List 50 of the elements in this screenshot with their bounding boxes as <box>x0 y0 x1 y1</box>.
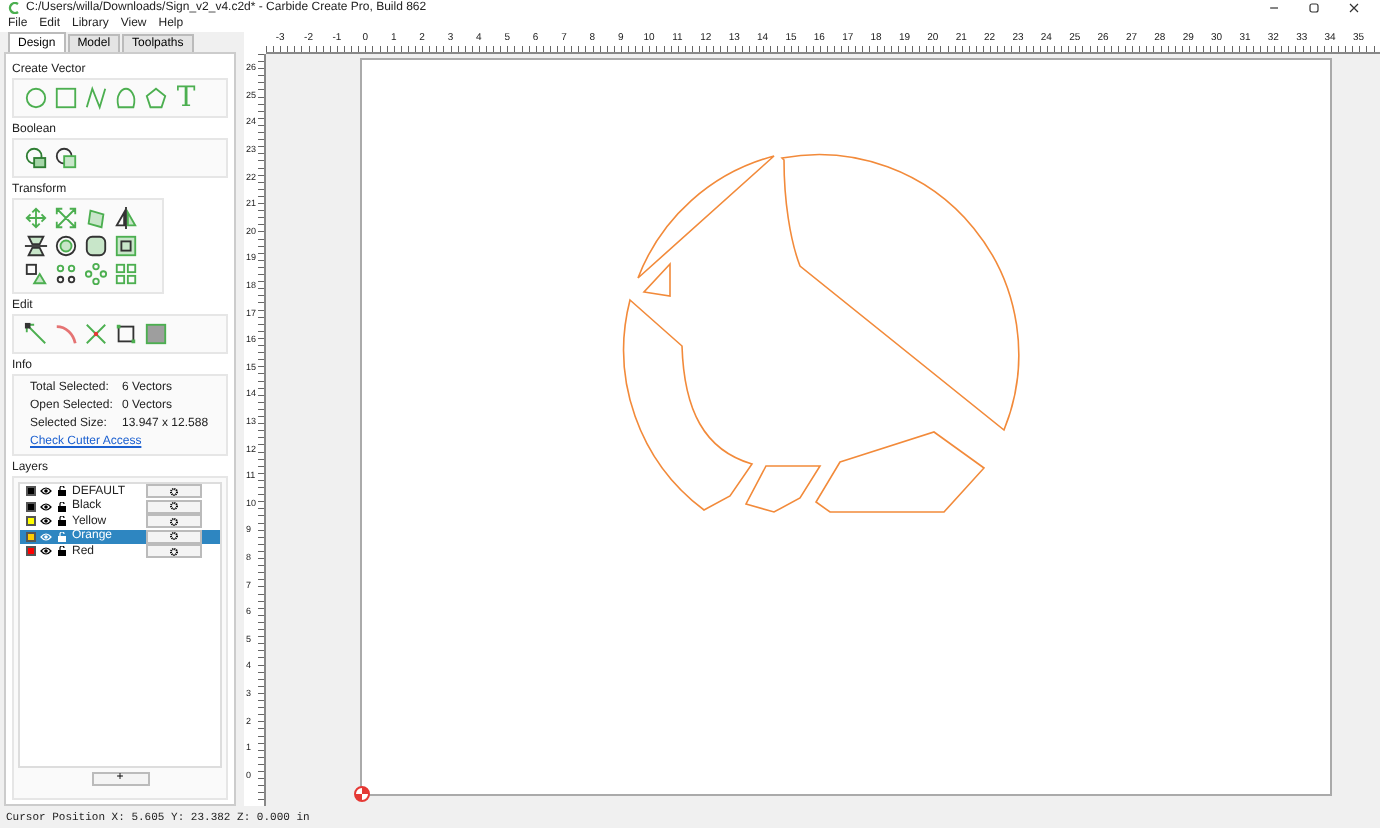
dot-grid-icon <box>54 262 78 286</box>
lock-icon[interactable] <box>56 546 68 557</box>
circle-pattern-icon <box>84 262 108 286</box>
align-shapes-icon <box>24 262 48 286</box>
eye-icon[interactable] <box>40 486 52 497</box>
node-pointer-icon <box>24 322 48 346</box>
trim-curve-icon <box>54 322 78 346</box>
layer-settings-button[interactable] <box>146 544 202 559</box>
tool-button[interactable] <box>54 262 78 286</box>
eye-icon[interactable] <box>40 501 52 512</box>
curve-icon <box>114 86 138 110</box>
tool-button[interactable] <box>24 234 48 258</box>
centered-square-icon <box>114 234 138 258</box>
layer-settings-button[interactable] <box>146 499 202 514</box>
flip-icon <box>24 234 48 258</box>
layer-settings-button[interactable] <box>146 529 202 544</box>
lock-icon[interactable] <box>56 501 68 512</box>
tool-button[interactable] <box>84 234 108 258</box>
close-icon[interactable] <box>1348 2 1360 14</box>
tool-button[interactable] <box>114 322 138 346</box>
app-logo-icon <box>8 2 20 14</box>
tool-button[interactable] <box>114 234 138 258</box>
cross-lines-icon <box>84 322 108 346</box>
pentagon-icon <box>144 86 168 110</box>
tool-button[interactable] <box>24 322 48 346</box>
union-icon <box>24 146 48 170</box>
offset-icon <box>54 234 78 258</box>
rounded-square-icon <box>84 234 108 258</box>
layer-settings-button[interactable] <box>146 484 202 499</box>
bounding-box-icon <box>114 322 138 346</box>
square-icon <box>54 86 78 110</box>
filled-square-icon <box>144 322 168 346</box>
subtract-icon <box>54 146 78 170</box>
eye-icon[interactable] <box>40 546 52 557</box>
layer-settings-button[interactable] <box>146 514 202 529</box>
move-arrows-icon <box>24 206 48 230</box>
lock-icon[interactable] <box>56 516 68 527</box>
circle-icon <box>24 86 48 110</box>
mirror-icon <box>114 206 138 230</box>
polyline-icon <box>84 86 108 110</box>
scale-arrows-icon <box>54 206 78 230</box>
tool-button[interactable] <box>24 262 48 286</box>
lock-icon[interactable] <box>56 486 68 497</box>
maximize-icon[interactable] <box>1308 2 1320 14</box>
tool-button[interactable] <box>114 206 138 230</box>
tool-button[interactable] <box>54 146 78 170</box>
minimize-icon[interactable] <box>1268 2 1280 14</box>
grid-array-icon <box>114 262 138 286</box>
eye-icon[interactable] <box>40 516 52 527</box>
tool-button[interactable] <box>54 234 78 258</box>
